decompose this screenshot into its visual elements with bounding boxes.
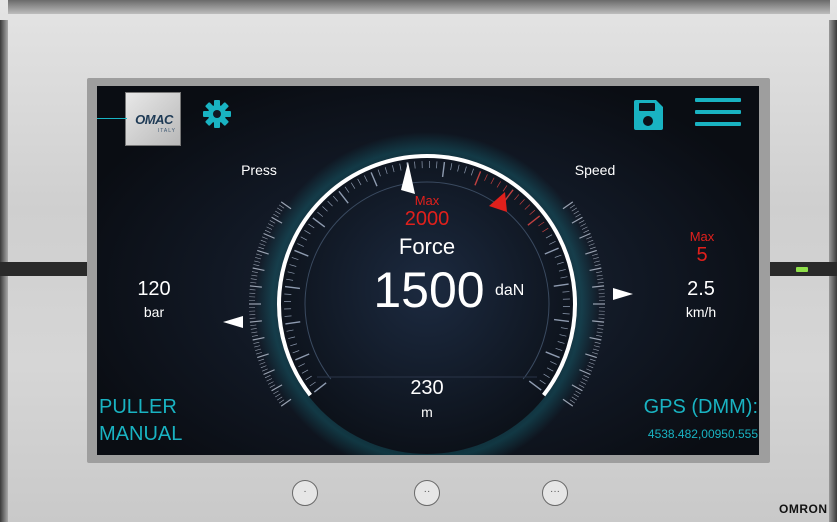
distance-unit: m xyxy=(421,404,433,420)
speed-label: Speed xyxy=(574,162,616,178)
gear-icon xyxy=(203,100,231,128)
hw-button-2[interactable]: ·· xyxy=(414,480,440,506)
force-label: Force xyxy=(398,234,456,259)
logo-text: OMAC xyxy=(135,112,173,127)
gps-value: 4538.482,00950.555 xyxy=(647,427,758,441)
force-max-label: Max xyxy=(414,193,440,208)
press-value: 120 xyxy=(137,278,171,300)
hamburger-menu-icon xyxy=(695,98,741,126)
hw-button-1[interactable]: · xyxy=(292,480,318,506)
mode-line-2: MANUAL xyxy=(99,423,183,445)
press-unit: bar xyxy=(143,304,165,320)
save-button[interactable] xyxy=(631,98,665,132)
hmi-screen: OMAC ITALY Press 120 bar Max 2000 Force … xyxy=(97,86,759,455)
gps-label: GPS (DMM): xyxy=(643,396,758,418)
distance-value: 230 xyxy=(410,377,444,399)
mode-line-1: PULLER xyxy=(99,396,177,418)
side-strip-left xyxy=(0,262,90,276)
speed-value: 2.5 xyxy=(687,278,715,300)
speed-max-label: Max xyxy=(689,229,715,244)
status-led xyxy=(796,267,808,272)
logo-subtext: ITALY xyxy=(157,128,176,134)
bezel-top-edge xyxy=(8,0,830,14)
force-max-value: 2000 xyxy=(404,208,450,230)
logo-accent-line xyxy=(97,118,127,119)
speed-max-value: 5 xyxy=(696,244,708,266)
force-value: 1500 xyxy=(373,262,485,318)
hw-button-3[interactable]: ··· xyxy=(542,480,568,506)
press-label: Press xyxy=(241,162,277,178)
floppy-disk-icon xyxy=(634,100,663,130)
settings-button[interactable] xyxy=(201,98,233,130)
brand-logo: OMRON xyxy=(779,502,828,516)
press-pointer xyxy=(223,316,243,328)
speed-unit: km/h xyxy=(685,304,717,320)
omac-logo: OMAC ITALY xyxy=(125,92,181,146)
force-unit: daN xyxy=(495,282,525,299)
menu-button[interactable] xyxy=(695,98,741,130)
speed-pointer xyxy=(613,288,633,300)
